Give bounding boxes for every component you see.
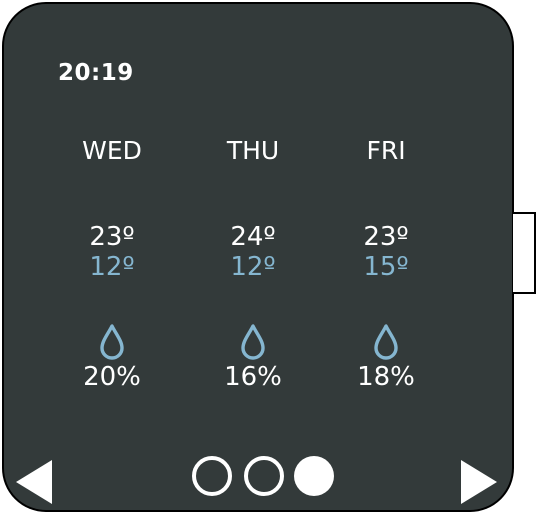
page-dot-1[interactable] xyxy=(192,456,232,496)
precipitation-chance: 18% xyxy=(357,362,415,392)
clock-time: 20:19 xyxy=(58,60,134,86)
previous-page-button[interactable] xyxy=(14,458,54,510)
forecast-day-fri[interactable]: FRI 23º 15º 18% xyxy=(326,134,446,392)
page-dot-2[interactable] xyxy=(244,456,284,496)
device-side-button[interactable] xyxy=(513,212,536,294)
triangle-right-icon xyxy=(461,460,497,504)
forecast-day-thu[interactable]: THU 24º 12º 16% xyxy=(193,134,313,392)
low-temperature: 12º xyxy=(230,252,276,282)
next-page-button[interactable] xyxy=(459,458,499,510)
page-dot-3-active[interactable] xyxy=(294,456,334,496)
forecast-day-wed[interactable]: WED 23º 12º 20% xyxy=(52,134,172,392)
day-label: WED xyxy=(82,136,142,165)
high-temperature: 24º xyxy=(230,222,276,252)
water-drop-icon xyxy=(193,324,313,360)
page-indicator xyxy=(190,452,340,502)
high-temperature: 23º xyxy=(89,222,135,252)
day-label: FRI xyxy=(366,136,406,165)
low-temperature: 12º xyxy=(89,252,135,282)
low-temperature: 15º xyxy=(363,252,409,282)
water-drop-icon xyxy=(326,324,446,360)
day-label: THU xyxy=(226,136,280,165)
water-drop-icon xyxy=(52,324,172,360)
watch-screen: 20:19 WED 23º 12º 20% THU 24º 12º 16% FR… xyxy=(2,2,514,512)
precipitation-chance: 20% xyxy=(83,362,141,392)
triangle-left-icon xyxy=(16,460,52,504)
high-temperature: 23º xyxy=(363,222,409,252)
precipitation-chance: 16% xyxy=(224,362,282,392)
